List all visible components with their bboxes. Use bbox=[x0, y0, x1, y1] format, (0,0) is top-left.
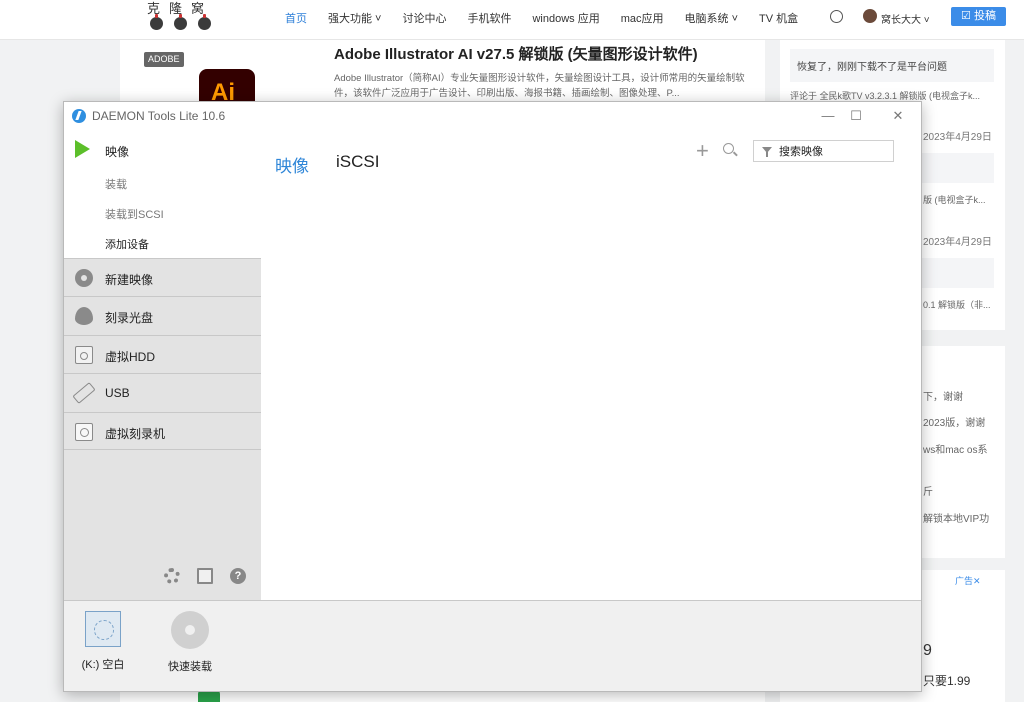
bomb-icon bbox=[150, 14, 163, 30]
sidebar-item-label: 虚拟刻录机 bbox=[105, 427, 166, 441]
ad-close-mark[interactable]: 广告✕ bbox=[955, 574, 981, 587]
app-sidebar: 映像 装载 装载到SCSI 添加设备 新建映像 刻录光盘 虚拟HDD USB 虚… bbox=[64, 130, 261, 600]
article-title[interactable]: Adobe Illustrator AI v27.5 解锁版 (矢量图形设计软件… bbox=[334, 43, 698, 64]
post-button[interactable]: ☑ 投稿 bbox=[951, 7, 1006, 26]
quick-mount-label: 快速装载 bbox=[168, 661, 212, 673]
images-section: 映像 装载 装载到SCSI 添加设备 bbox=[64, 130, 261, 258]
bomb-icon bbox=[174, 14, 187, 30]
image-filter-box[interactable] bbox=[753, 140, 894, 162]
nav-mac-apps[interactable]: mac应用 bbox=[621, 10, 664, 26]
card-icon[interactable] bbox=[197, 568, 213, 584]
nav-windows-apps[interactable]: windows 应用 bbox=[532, 10, 599, 26]
comment-date: 2023年4月29日 bbox=[923, 132, 992, 143]
maximize-button[interactable]: ☐ bbox=[842, 105, 870, 127]
nav-tv-box[interactable]: TV 机盒 bbox=[759, 10, 798, 26]
ad-price: 只要1.99 bbox=[923, 674, 971, 688]
recent-post-link[interactable]: 解锁本地VIP功 bbox=[923, 510, 989, 525]
sidebar-item-burn-disc[interactable]: 刻录光盘 bbox=[64, 296, 261, 334]
images-main-area: 映像 iSCSI + bbox=[261, 130, 921, 600]
quick-mount-disc-icon bbox=[171, 611, 209, 649]
gear-icon[interactable] bbox=[164, 568, 180, 584]
ad-text: 9 bbox=[923, 642, 932, 659]
sidebar-item-usb[interactable]: USB bbox=[64, 373, 261, 411]
flame-icon bbox=[75, 307, 93, 325]
usb-icon bbox=[72, 382, 96, 404]
filter-icon bbox=[762, 147, 772, 157]
close-button[interactable]: ✕ bbox=[884, 105, 912, 127]
nav-pc-systems[interactable]: 电脑系统 ˅ bbox=[685, 10, 738, 26]
nav-home[interactable]: 首页 bbox=[285, 10, 307, 26]
daemon-tools-window: DAEMON Tools Lite 10.6 — ☐ ✕ 映像 装载 装载到SC… bbox=[63, 101, 922, 692]
virtual-drive-k[interactable]: (K:) 空白 bbox=[80, 611, 126, 672]
help-icon[interactable]: ? bbox=[230, 568, 246, 584]
disc-icon bbox=[75, 269, 93, 287]
nav-mobile-software[interactable]: 手机软件 bbox=[467, 10, 511, 26]
window-titlebar[interactable]: DAEMON Tools Lite 10.6 — ☐ ✕ bbox=[64, 102, 921, 130]
sidebar-item-virtual-hdd[interactable]: 虚拟HDD bbox=[64, 335, 261, 373]
comment-date: 2023年4月29日 bbox=[923, 237, 992, 248]
virtual-burner-icon bbox=[75, 423, 93, 441]
sidebar-action-add-device[interactable]: 添加设备 bbox=[105, 236, 149, 252]
nav-features[interactable]: 强大功能 ˅ bbox=[328, 10, 381, 26]
drive-label: (K:) 空白 bbox=[81, 659, 125, 671]
sidebar-tools: ? bbox=[164, 568, 246, 584]
site-logo[interactable]: 克隆窝 bbox=[147, 0, 217, 36]
bomb-icon bbox=[198, 14, 211, 30]
user-avatar[interactable] bbox=[863, 9, 877, 23]
quick-mount-button[interactable]: 快速装载 bbox=[160, 611, 220, 674]
sidebar-item-virtual-burner[interactable]: 虚拟刻录机 bbox=[64, 412, 261, 450]
recent-post-link[interactable]: 斤 bbox=[923, 483, 933, 498]
nav-forum[interactable]: 讨论中心 bbox=[402, 10, 446, 26]
sidebar-item-label: 虚拟HDD bbox=[105, 350, 155, 364]
sidebar-item-images[interactable]: 映像 bbox=[105, 143, 129, 160]
minimize-button[interactable]: — bbox=[814, 105, 842, 127]
sidebar-action-mount[interactable]: 装载 bbox=[105, 176, 127, 192]
sidebar-action-mount-scsi[interactable]: 装载到SCSI bbox=[105, 206, 164, 222]
comment-meta[interactable]: 版 (电视盒子k... bbox=[923, 193, 986, 206]
site-nav-menu: 首页 强大功能 ˅ 讨论中心 手机软件 windows 应用 mac应用 电脑系… bbox=[285, 0, 819, 36]
article-tag[interactable]: ADOBE bbox=[144, 52, 184, 67]
virtual-drive-icon bbox=[85, 611, 121, 647]
recent-post-link[interactable]: 2023版，谢谢 bbox=[923, 414, 985, 429]
daemon-tools-logo-icon bbox=[72, 109, 86, 123]
site-search-icon[interactable] bbox=[830, 10, 843, 23]
play-icon bbox=[75, 140, 90, 158]
article-description: Adobe Illustrator（简称AI）专业矢量图形设计软件，矢量绘图设计… bbox=[334, 73, 745, 99]
image-search-input[interactable] bbox=[779, 144, 889, 159]
tab-images[interactable]: 映像 bbox=[275, 152, 309, 177]
logo-bomb-icons bbox=[150, 14, 211, 30]
sidebar-item-label: USB bbox=[105, 386, 130, 400]
user-name-menu[interactable]: 窝长大大 ˅ bbox=[881, 11, 930, 26]
recent-post-link[interactable]: ws和mac os系 bbox=[923, 441, 987, 456]
sidebar-item-label: 刻录光盘 bbox=[105, 311, 154, 325]
hdd-icon bbox=[75, 346, 93, 364]
window-title: DAEMON Tools Lite 10.6 bbox=[92, 109, 226, 123]
add-image-icon[interactable]: + bbox=[696, 140, 709, 162]
comment-bubble[interactable]: 恢复了，刚刚下载不了是平台问题 bbox=[790, 49, 994, 82]
sidebar-item-label: 新建映像 bbox=[105, 273, 154, 287]
comment-meta[interactable]: 0.1 解锁版（非... bbox=[923, 298, 991, 311]
sidebar-item-new-image[interactable]: 新建映像 bbox=[64, 258, 261, 296]
site-top-nav: 克隆窝 首页 强大功能 ˅ 讨论中心 手机软件 windows 应用 mac应用… bbox=[0, 0, 1024, 40]
tab-iscsi[interactable]: iSCSI bbox=[336, 152, 379, 172]
search-icon[interactable] bbox=[723, 143, 734, 154]
recent-post-link[interactable]: 下，谢谢 bbox=[923, 388, 963, 403]
drives-bar: (K:) 空白 快速装载 bbox=[64, 600, 921, 691]
